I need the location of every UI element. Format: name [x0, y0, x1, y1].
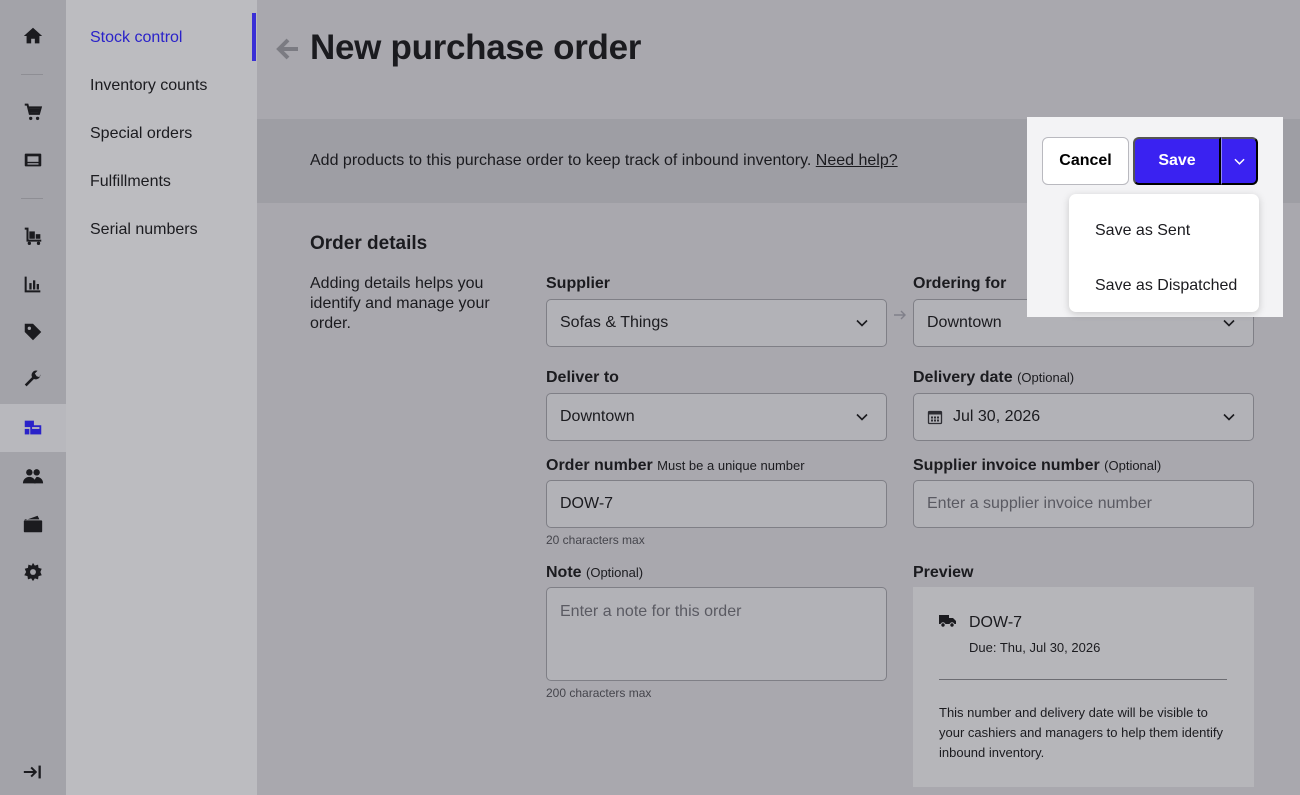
order-number-label: Order number Must be a unique number — [546, 457, 805, 475]
cancel-button[interactable]: Cancel — [1042, 137, 1129, 185]
arrow-right-icon — [894, 310, 906, 320]
optional-tag: (Optional) — [586, 565, 644, 580]
inventory-cart-icon[interactable] — [0, 212, 66, 260]
preview-due-date: Due: Thu, Jul 30, 2026 — [969, 640, 1101, 655]
chevron-down-icon — [1223, 413, 1235, 421]
order-number-value: DOW-7 — [560, 495, 614, 512]
page-title: New purchase order — [310, 28, 642, 67]
chevron-down-icon — [856, 413, 868, 421]
supplier-invoice-placeholder: Enter a supplier invoice number — [927, 495, 1153, 512]
deliver-to-label: Deliver to — [546, 369, 619, 386]
delivery-date-label: Delivery date (Optional) — [913, 369, 1074, 387]
deliver-to-select[interactable]: Downtown — [546, 393, 887, 441]
calendar-icon — [927, 410, 943, 425]
order-number-input[interactable]: DOW-7 — [546, 480, 887, 528]
cart-icon[interactable] — [0, 88, 66, 136]
note-label: Note (Optional) — [546, 564, 643, 582]
supplier-value: Sofas & Things — [560, 314, 669, 331]
menu-item-save-as-sent[interactable]: Save as Sent — [1095, 222, 1190, 240]
delivery-date-label-text: Delivery date — [913, 369, 1013, 386]
icon-rail — [0, 0, 66, 795]
subnav-item-special-orders[interactable]: Special orders — [90, 125, 192, 143]
note-hint: 200 characters max — [546, 686, 652, 700]
order-number-hint: 20 characters max — [546, 533, 645, 547]
supplier-invoice-label: Supplier invoice number (Optional) — [913, 457, 1161, 475]
back-arrow-icon[interactable] — [274, 34, 302, 64]
preview-note: This number and delivery date will be vi… — [939, 705, 1223, 760]
ordering-for-label: Ordering for — [913, 275, 1007, 292]
tag-icon[interactable] — [0, 308, 66, 356]
preview-divider — [939, 679, 1227, 680]
banner-text: Add products to this purchase order to k… — [310, 152, 898, 170]
gear-icon[interactable] — [0, 548, 66, 596]
subnav-item-inventory-counts[interactable]: Inventory counts — [90, 77, 207, 95]
note-textarea[interactable]: Enter a note for this order — [546, 587, 887, 681]
need-help-link[interactable]: Need help? — [816, 152, 898, 169]
register-icon[interactable] — [0, 136, 66, 184]
wrench-icon[interactable] — [0, 355, 66, 403]
order-details-title: Order details — [310, 233, 428, 254]
chevron-down-icon — [856, 319, 868, 327]
subnav-item-serial-numbers[interactable]: Serial numbers — [90, 221, 198, 239]
order-number-label-text: Order number — [546, 457, 653, 474]
note-placeholder: Enter a note for this order — [560, 603, 742, 620]
chevron-down-icon — [1223, 319, 1235, 327]
unique-number-note: Must be a unique number — [657, 458, 805, 473]
note-label-text: Note — [546, 564, 582, 581]
deliver-to-value: Downtown — [560, 408, 635, 425]
customers-icon[interactable] — [0, 452, 66, 500]
home-icon[interactable] — [0, 12, 66, 60]
inventory-icon[interactable] — [0, 404, 66, 452]
supplier-invoice-label-text: Supplier invoice number — [913, 457, 1100, 474]
preview-label: Preview — [913, 564, 974, 581]
ordering-for-value: Downtown — [927, 314, 1002, 331]
chevron-down-icon — [1233, 158, 1245, 165]
subnav-active-indicator — [252, 13, 256, 61]
preview-order-number: DOW-7 — [969, 614, 1023, 631]
subnav-item-stock-control[interactable]: Stock control — [90, 29, 182, 47]
optional-tag: (Optional) — [1017, 370, 1075, 385]
secondary-nav — [66, 0, 257, 795]
menu-item-save-as-dispatched[interactable]: Save as Dispatched — [1095, 277, 1237, 295]
banner-message: Add products to this purchase order to k… — [310, 152, 816, 169]
save-options-menu: Save as Sent Save as Dispatched — [1069, 194, 1259, 312]
subnav-item-fulfillments[interactable]: Fulfillments — [90, 173, 171, 191]
supplier-invoice-input[interactable]: Enter a supplier invoice number — [913, 480, 1254, 528]
supplier-select[interactable]: Sofas & Things — [546, 299, 887, 347]
delivery-date-picker[interactable]: Jul 30, 2026 — [913, 393, 1254, 441]
collapse-icon[interactable] — [0, 748, 66, 795]
order-details-description: Adding details helps you identify and ma… — [310, 275, 490, 332]
delivery-date-value: Jul 30, 2026 — [953, 408, 1041, 425]
rail-divider — [21, 74, 43, 75]
truck-icon — [939, 615, 956, 628]
supplier-label: Supplier — [546, 275, 611, 292]
rail-divider — [21, 198, 43, 199]
reports-icon[interactable] — [0, 260, 66, 308]
save-options-toggle[interactable] — [1221, 137, 1258, 185]
optional-tag: (Optional) — [1104, 458, 1162, 473]
save-button[interactable]: Save — [1133, 137, 1221, 185]
wallet-icon[interactable] — [0, 500, 66, 548]
